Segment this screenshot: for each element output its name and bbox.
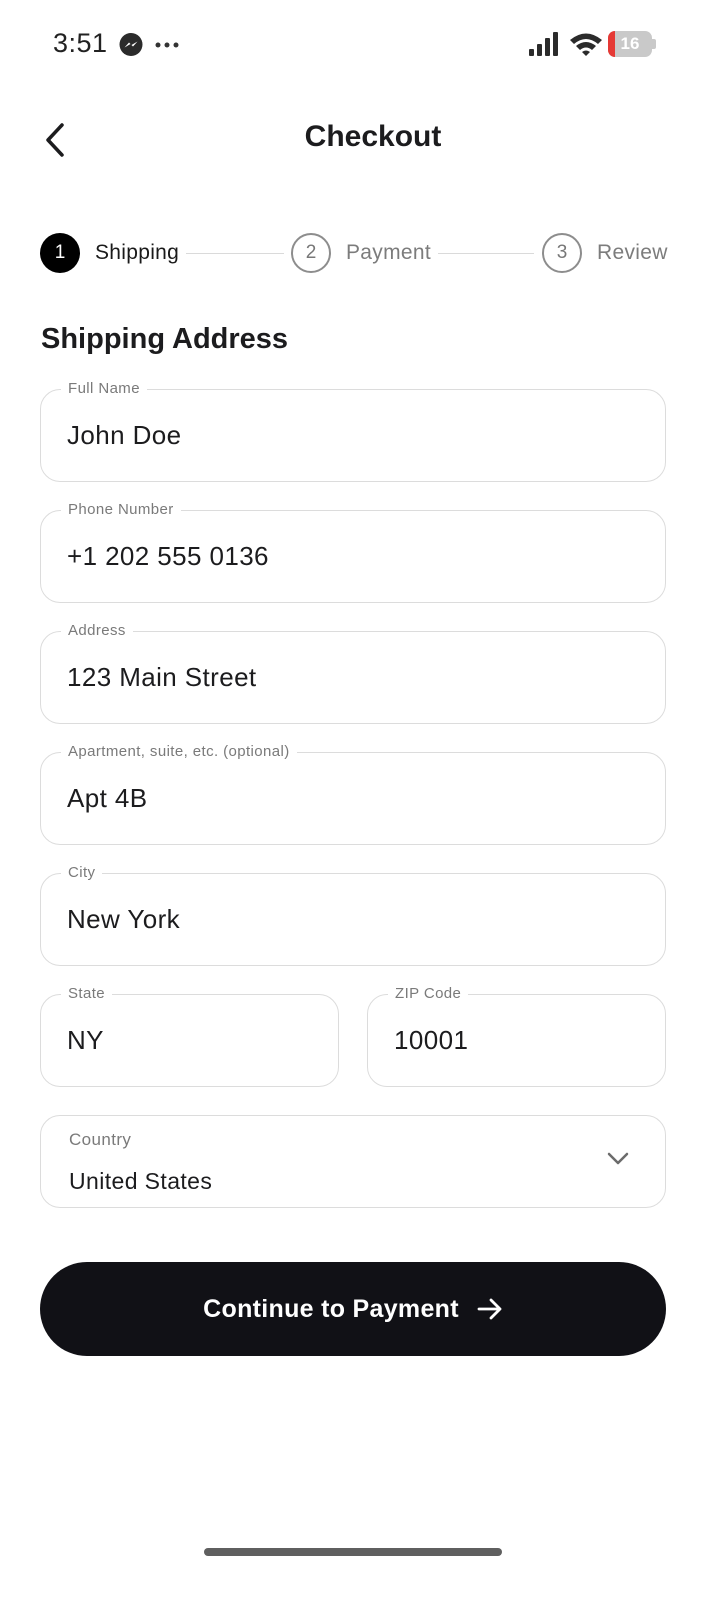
checkout-stepper: 1 Shipping 2 Payment 3 Review	[40, 232, 668, 274]
full-name-value: John Doe	[67, 420, 182, 450]
full-name-label: Full Name	[61, 379, 147, 399]
step-label: Shipping	[95, 241, 180, 264]
address-field[interactable]: Address 123 Main Street	[40, 621, 666, 724]
city-value: New York	[67, 904, 181, 934]
step-number: 1	[40, 233, 80, 273]
address-value: 123 Main Street	[67, 662, 257, 692]
state-field[interactable]: State NY	[40, 984, 339, 1087]
continue-to-payment-button[interactable]: Continue to Payment	[40, 1262, 666, 1356]
status-bar: 3:51 16	[0, 0, 720, 90]
step-shipping[interactable]: 1 Shipping	[40, 232, 179, 274]
signal-icon	[529, 32, 558, 56]
step-label: Review	[597, 241, 668, 264]
zip-code-label: ZIP Code	[388, 984, 469, 1004]
battery-icon: 16	[608, 31, 656, 57]
apartment-label: Apartment, suite, etc. (optional)	[61, 742, 297, 762]
section-title: Shipping Address	[41, 323, 289, 355]
step-label: Payment	[346, 241, 431, 264]
zip-code-field[interactable]: ZIP Code 10001	[367, 984, 666, 1087]
city-label: City	[61, 863, 103, 883]
status-time: 3:51	[53, 28, 108, 58]
battery-level: 16	[620, 34, 640, 53]
country-label: Country	[69, 1130, 132, 1149]
state-label: State	[61, 984, 113, 1004]
checkout-screen: 3:51 16 Checkout 1 Shipping 2 Payment 3 …	[0, 0, 720, 1600]
continue-button-label: Continue to Payment	[203, 1294, 459, 1323]
page-title: Checkout	[304, 120, 442, 153]
country-select[interactable]: Country United States	[40, 1115, 666, 1208]
messenger-icon	[119, 33, 143, 56]
wifi-icon	[570, 33, 602, 56]
arrow-right-icon	[477, 1298, 502, 1320]
more-icon	[155, 42, 179, 48]
phone-number-label: Phone Number	[61, 500, 181, 520]
apartment-value: Apt 4B	[67, 783, 148, 813]
chevron-down-icon	[607, 1152, 629, 1165]
phone-number-value: +1 202 555 0136	[67, 541, 269, 571]
home-indicator[interactable]	[204, 1548, 502, 1556]
city-field[interactable]: City New York	[40, 863, 666, 966]
stepper-divider	[438, 253, 534, 254]
zip-code-value: 10001	[394, 1025, 469, 1055]
step-number: 2	[291, 233, 331, 273]
full-name-field[interactable]: Full Name John Doe	[40, 379, 666, 482]
step-review[interactable]: 3 Review	[542, 232, 668, 274]
step-payment[interactable]: 2 Payment	[291, 232, 431, 274]
phone-number-field[interactable]: Phone Number +1 202 555 0136	[40, 500, 666, 603]
state-value: NY	[67, 1025, 104, 1055]
address-label: Address	[61, 621, 133, 641]
stepper-divider	[186, 253, 284, 254]
country-value: United States	[69, 1168, 213, 1194]
step-number: 3	[542, 233, 582, 273]
apartment-field[interactable]: Apartment, suite, etc. (optional) Apt 4B	[40, 742, 666, 845]
